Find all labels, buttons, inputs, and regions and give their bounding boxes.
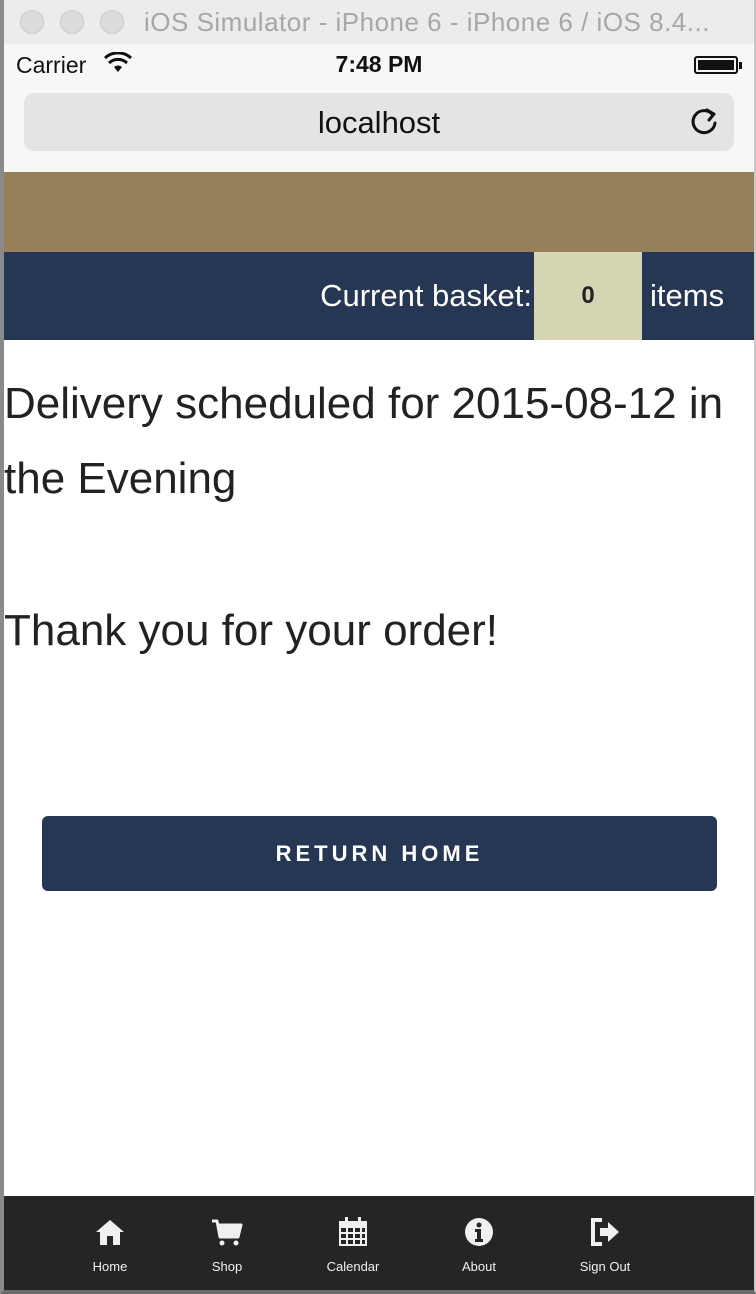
bottom-tab-bar: Home Shop Calendar About Sign Out <box>4 1196 754 1290</box>
simulator-window: iOS Simulator - iPhone 6 - iPhone 6 / iO… <box>0 0 756 1294</box>
info-icon <box>465 1218 493 1246</box>
delivery-message: Delivery scheduled for 2015-08-12 in the… <box>4 379 724 503</box>
title-bar: iOS Simulator - iPhone 6 - iPhone 6 / iO… <box>4 0 754 45</box>
tab-calendar[interactable]: Calendar <box>298 1196 408 1290</box>
reload-icon[interactable] <box>688 106 720 138</box>
url-text: localhost <box>317 105 441 140</box>
tab-sign-out[interactable]: Sign Out <box>550 1196 660 1290</box>
close-window-button[interactable] <box>20 10 44 34</box>
tab-about-label: About <box>462 1259 496 1274</box>
tab-sign-out-label: Sign Out <box>579 1259 631 1274</box>
tab-calendar-label: Calendar <box>326 1259 380 1274</box>
calendar-icon <box>339 1217 367 1246</box>
tab-shop[interactable]: Shop <box>172 1196 282 1290</box>
sign-out-icon <box>591 1218 619 1246</box>
ios-status-bar: Carrier 7:48 PM <box>4 44 754 86</box>
home-icon <box>96 1220 124 1245</box>
basket-count: 0 <box>534 252 642 340</box>
tab-home-label: Home <box>92 1259 128 1274</box>
tab-shop-label: Shop <box>211 1259 243 1274</box>
address-bar[interactable]: localhost <box>24 93 734 151</box>
return-home-button[interactable]: RETURN HOME <box>42 816 717 891</box>
zoom-window-button[interactable] <box>100 10 124 34</box>
basket-bar: Current basket: 0 items <box>4 252 754 340</box>
minimize-window-button[interactable] <box>60 10 84 34</box>
tab-about[interactable]: About <box>424 1196 534 1290</box>
thank-you-message: Thank you for your order! <box>4 606 499 655</box>
cart-icon <box>212 1219 243 1246</box>
window-title: iOS Simulator - iPhone 6 - iPhone 6 / iO… <box>144 7 710 37</box>
basket-label: Current basket: <box>320 278 532 313</box>
header-banner <box>4 172 754 252</box>
battery-icon <box>694 56 742 74</box>
basket-unit: items <box>650 278 725 313</box>
tab-home[interactable]: Home <box>55 1196 165 1290</box>
status-time: 7:48 PM <box>335 51 423 77</box>
browser-chrome: localhost <box>4 86 754 173</box>
